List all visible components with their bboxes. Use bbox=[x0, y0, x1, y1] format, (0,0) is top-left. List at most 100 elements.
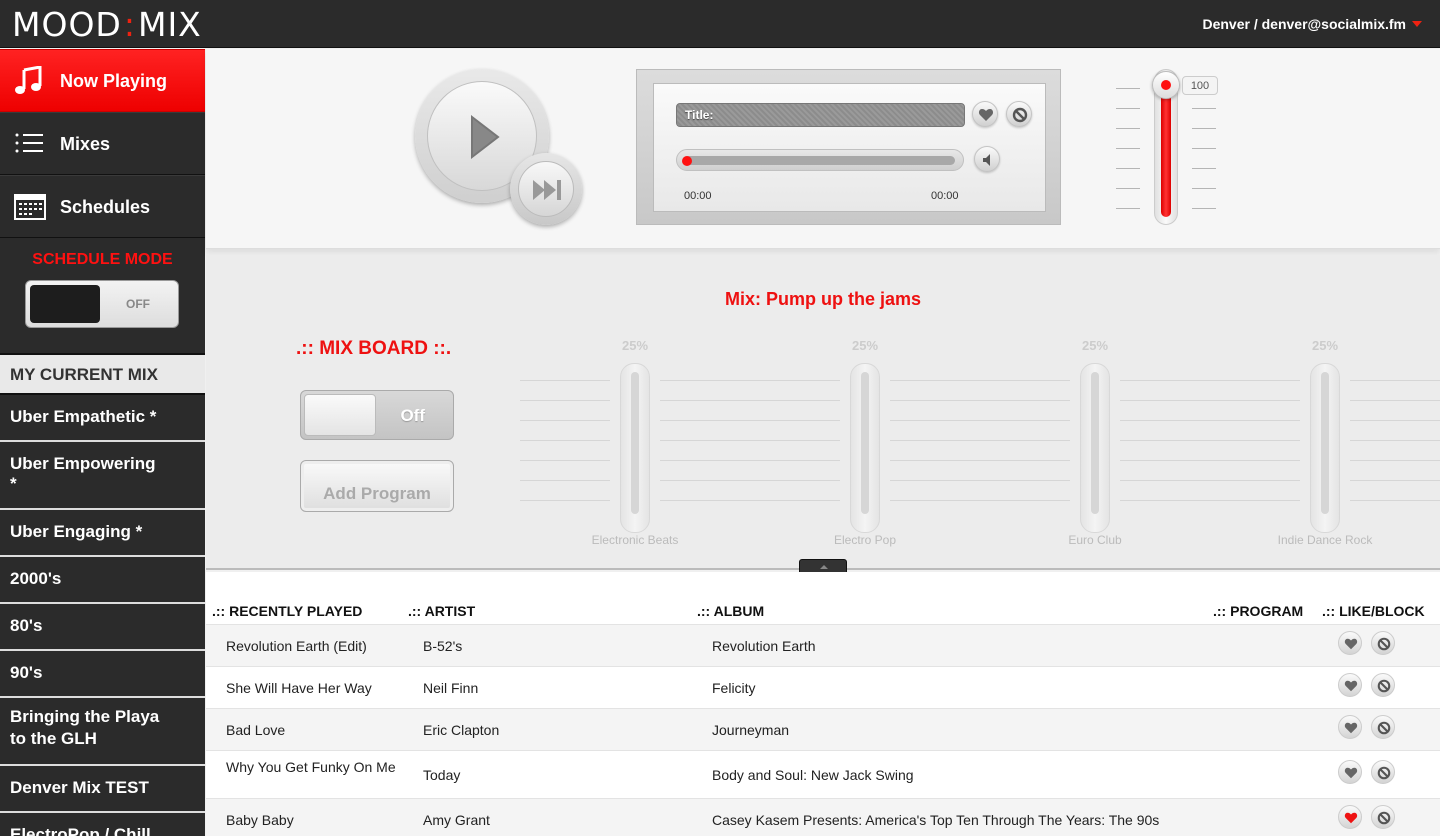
cell-title: She Will Have Her Way bbox=[226, 680, 372, 696]
current-mix-heading: MY CURRENT MIX bbox=[0, 355, 205, 395]
mute-button[interactable] bbox=[974, 146, 1000, 172]
recently-played-table: .:: RECENTLY PLAYED .:: ARTIST .:: ALBUM… bbox=[206, 572, 1440, 836]
block-icon bbox=[1377, 721, 1391, 735]
mix-item[interactable]: Uber Empowering * bbox=[0, 442, 205, 510]
mix-item[interactable]: Uber Engaging * bbox=[0, 510, 205, 557]
mix-board-title: .:: MIX BOARD ::. bbox=[296, 338, 452, 359]
heart-icon bbox=[1344, 638, 1358, 650]
col-like-block: .:: LIKE/BLOCK bbox=[1322, 603, 1425, 619]
cell-artist: Eric Clapton bbox=[423, 722, 500, 738]
schedule-mode-panel: SCHEDULE MODE OFF bbox=[0, 238, 205, 355]
fader-slider[interactable] bbox=[850, 363, 880, 533]
fader-percent: 25% bbox=[1311, 338, 1339, 353]
toggle-knob bbox=[304, 394, 376, 436]
nav-schedules-label: Schedules bbox=[60, 197, 151, 217]
fader-slider[interactable] bbox=[1080, 363, 1110, 533]
row-like-button[interactable] bbox=[1338, 673, 1362, 697]
cell-artist: Today bbox=[423, 767, 461, 783]
heart-icon bbox=[1344, 680, 1358, 692]
volume-control: 100 bbox=[1116, 69, 1218, 229]
mix-item[interactable]: 2000's bbox=[0, 557, 205, 604]
mix-item[interactable]: Uber Empathetic * bbox=[0, 395, 205, 442]
col-recently-played[interactable]: .:: RECENTLY PLAYED bbox=[212, 603, 362, 619]
row-block-button[interactable] bbox=[1371, 631, 1395, 655]
mix-item-label: Bringing the Playa to the GLH bbox=[10, 707, 160, 748]
progress-bar bbox=[685, 156, 955, 165]
col-album[interactable]: .:: ALBUM bbox=[697, 603, 764, 619]
volume-value: 100 bbox=[1182, 76, 1218, 95]
mix-item[interactable]: Bringing the Playa to the GLH bbox=[0, 698, 205, 766]
block-icon bbox=[1377, 637, 1391, 651]
toggle-state: OFF bbox=[126, 297, 150, 311]
cell-title: Revolution Earth (Edit) bbox=[226, 638, 367, 654]
heart-icon bbox=[1344, 722, 1358, 734]
row-block-button[interactable] bbox=[1371, 673, 1395, 697]
time-elapsed: 00:00 bbox=[684, 190, 712, 202]
row-like-button-liked[interactable] bbox=[1338, 805, 1362, 829]
cell-title: Bad Love bbox=[226, 722, 286, 738]
fader-percent: 25% bbox=[851, 338, 879, 353]
heart-icon bbox=[978, 109, 994, 121]
like-button[interactable] bbox=[972, 101, 998, 127]
row-block-button[interactable] bbox=[1371, 760, 1395, 784]
skip-button-ring bbox=[510, 153, 582, 225]
col-artist[interactable]: .:: ARTIST bbox=[408, 603, 475, 619]
block-icon bbox=[1012, 107, 1028, 123]
logo-text-mix: MIX bbox=[137, 5, 202, 44]
table-row: Bad Love Eric Clapton Journeyman bbox=[206, 708, 1440, 750]
cell-album: Journeyman bbox=[712, 722, 790, 738]
mix-item[interactable]: 80's bbox=[0, 604, 205, 651]
fader-percent: 25% bbox=[1081, 338, 1109, 353]
cell-artist: Neil Finn bbox=[423, 680, 479, 696]
table-row: She Will Have Her Way Neil Finn Felicity bbox=[206, 666, 1440, 708]
row-like-button[interactable] bbox=[1338, 760, 1362, 784]
mix-item[interactable]: 90's bbox=[0, 651, 205, 698]
nav-schedules[interactable]: Schedules bbox=[0, 175, 205, 238]
row-block-button[interactable] bbox=[1371, 715, 1395, 739]
music-note-icon bbox=[14, 65, 46, 96]
block-button[interactable] bbox=[1006, 101, 1032, 127]
table-header: .:: RECENTLY PLAYED .:: ARTIST .:: ALBUM… bbox=[206, 600, 1440, 624]
table-row: Revolution Earth (Edit) B-52's Revolutio… bbox=[206, 624, 1440, 666]
table-row: Baby Baby Amy Grant Casey Kasem Presents… bbox=[206, 798, 1440, 836]
volume-handle[interactable] bbox=[1152, 71, 1180, 99]
col-program[interactable]: .:: PROGRAM bbox=[1213, 603, 1303, 619]
mix-board-toggle[interactable]: Off bbox=[300, 390, 454, 440]
cell-album: Revolution Earth bbox=[712, 638, 816, 654]
nav-mixes[interactable]: Mixes bbox=[0, 112, 205, 175]
mix-item-label: Uber Empathetic * bbox=[10, 407, 157, 426]
row-like-button[interactable] bbox=[1338, 715, 1362, 739]
mix-item-label: ElectroPop / Chill bbox=[10, 825, 151, 836]
list-icon bbox=[14, 129, 46, 159]
cell-artist: B-52's bbox=[423, 638, 463, 654]
schedule-mode-toggle[interactable]: OFF bbox=[25, 280, 179, 328]
app-logo[interactable]: MOOD:MIX bbox=[12, 5, 202, 44]
fader-euro-club: 25% Euro Club bbox=[980, 335, 1210, 555]
add-program-button[interactable]: Add Program bbox=[300, 460, 454, 512]
cell-title: Why You Get Funky On Me bbox=[226, 759, 396, 775]
skip-button[interactable] bbox=[518, 161, 574, 217]
fader-electro-pop: 25% Electro Pop bbox=[750, 335, 980, 555]
mix-item-label: 90's bbox=[10, 663, 43, 682]
user-menu[interactable]: Denver / denver@socialmix.fm bbox=[1202, 16, 1422, 32]
nav-now-playing[interactable]: Now Playing bbox=[0, 49, 205, 112]
progress-slider[interactable] bbox=[676, 149, 964, 171]
fader-slider[interactable] bbox=[1310, 363, 1340, 533]
player-panel: Title: 00:00 00:00 100 bbox=[206, 49, 1440, 249]
mix-title: Mix: Pump up the jams bbox=[724, 289, 922, 309]
caret-down-icon bbox=[1412, 21, 1422, 27]
cell-album: Body and Soul: New Jack Swing bbox=[712, 767, 914, 783]
heart-icon bbox=[1344, 767, 1358, 779]
fader-name: Indie Dance Rock bbox=[1277, 533, 1373, 547]
app-header: MOOD:MIX Denver / denver@socialmix.fm bbox=[0, 0, 1440, 48]
mix-item[interactable]: ElectroPop / Chill bbox=[0, 813, 205, 836]
row-block-button[interactable] bbox=[1371, 805, 1395, 829]
toggle-state: Off bbox=[400, 406, 425, 425]
fader-name: Euro Club bbox=[1068, 533, 1122, 547]
progress-handle[interactable] bbox=[682, 156, 692, 166]
nav-mixes-label: Mixes bbox=[60, 134, 111, 154]
mix-item-label: 2000's bbox=[10, 569, 62, 588]
mix-item[interactable]: Denver Mix TEST bbox=[0, 766, 205, 813]
row-like-button[interactable] bbox=[1338, 631, 1362, 655]
fader-slider[interactable] bbox=[620, 363, 650, 533]
